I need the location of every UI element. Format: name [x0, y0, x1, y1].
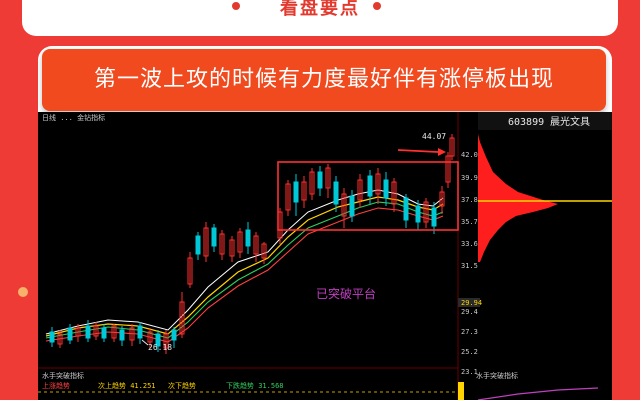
svg-text:42.0: 42.0	[461, 151, 478, 159]
chart-svg: 日线 ... 金钻指标 603899 晨光文具 42.0 39.9 37.8 3…	[38, 112, 612, 400]
ma-line-yellow	[45, 196, 444, 337]
ticker-header-bg	[478, 112, 612, 130]
chart-top-info: 日线 ... 金钻指标	[42, 113, 105, 122]
svg-text:37.8: 37.8	[461, 196, 478, 204]
stock-chart: 日线 ... 金钻指标 603899 晨光文具 42.0 39.9 37.8 3…	[38, 112, 612, 400]
title-bullet-right	[373, 2, 381, 10]
svg-text:27.3: 27.3	[461, 328, 478, 336]
decorative-dot	[18, 287, 28, 297]
svg-text:下跌趋势 31.568: 下跌趋势 31.568	[226, 381, 284, 390]
indicator-legend: 水手突破指标 上涨趋势 次上趋势 41.251 次下趋势 下跌趋势 31.568	[42, 371, 284, 390]
ticker-code: 603899	[508, 117, 544, 128]
svg-text:次上趋势 41.251: 次上趋势 41.251	[98, 381, 156, 390]
svg-text:29.94: 29.94	[461, 299, 482, 307]
high-price-label: 44.07	[422, 132, 446, 141]
banner-heading: 第一波上攻的时候有力度最好伴有涨停板出现	[42, 49, 606, 111]
ma-line-green	[45, 201, 444, 339]
svg-text:35.7: 35.7	[461, 218, 478, 226]
svg-text:次下趋势: 次下趋势	[168, 381, 196, 390]
svg-text:上涨趋势: 上涨趋势	[42, 381, 70, 390]
indicator-bar	[458, 382, 464, 400]
svg-text:31.5: 31.5	[461, 262, 478, 270]
candlesticks	[49, 134, 455, 354]
page: 看盘要点 第一波上攻的时候有力度最好伴有涨停板出现 日线 ... 金钻指标 60…	[0, 0, 640, 400]
breakout-arrow	[397, 148, 446, 156]
svg-text:29.4: 29.4	[461, 308, 478, 316]
svg-text:39.9: 39.9	[461, 174, 478, 182]
indicator-line	[477, 387, 599, 400]
volume-profile	[478, 134, 612, 262]
page-title: 看盘要点	[280, 0, 360, 19]
svg-text:33.6: 33.6	[461, 240, 478, 248]
ticker-name: 晨光文具	[550, 115, 590, 128]
breakout-annotation: 已突破平台	[316, 286, 376, 301]
ma-line-red	[45, 207, 444, 343]
svg-text:25.2: 25.2	[461, 348, 478, 356]
svg-text:水手突破指标: 水手突破指标	[42, 371, 84, 380]
low-price-label: 26.18	[148, 343, 172, 352]
ma-line-white	[45, 189, 444, 335]
indicator-title-right: 水手突破指标	[476, 371, 518, 380]
